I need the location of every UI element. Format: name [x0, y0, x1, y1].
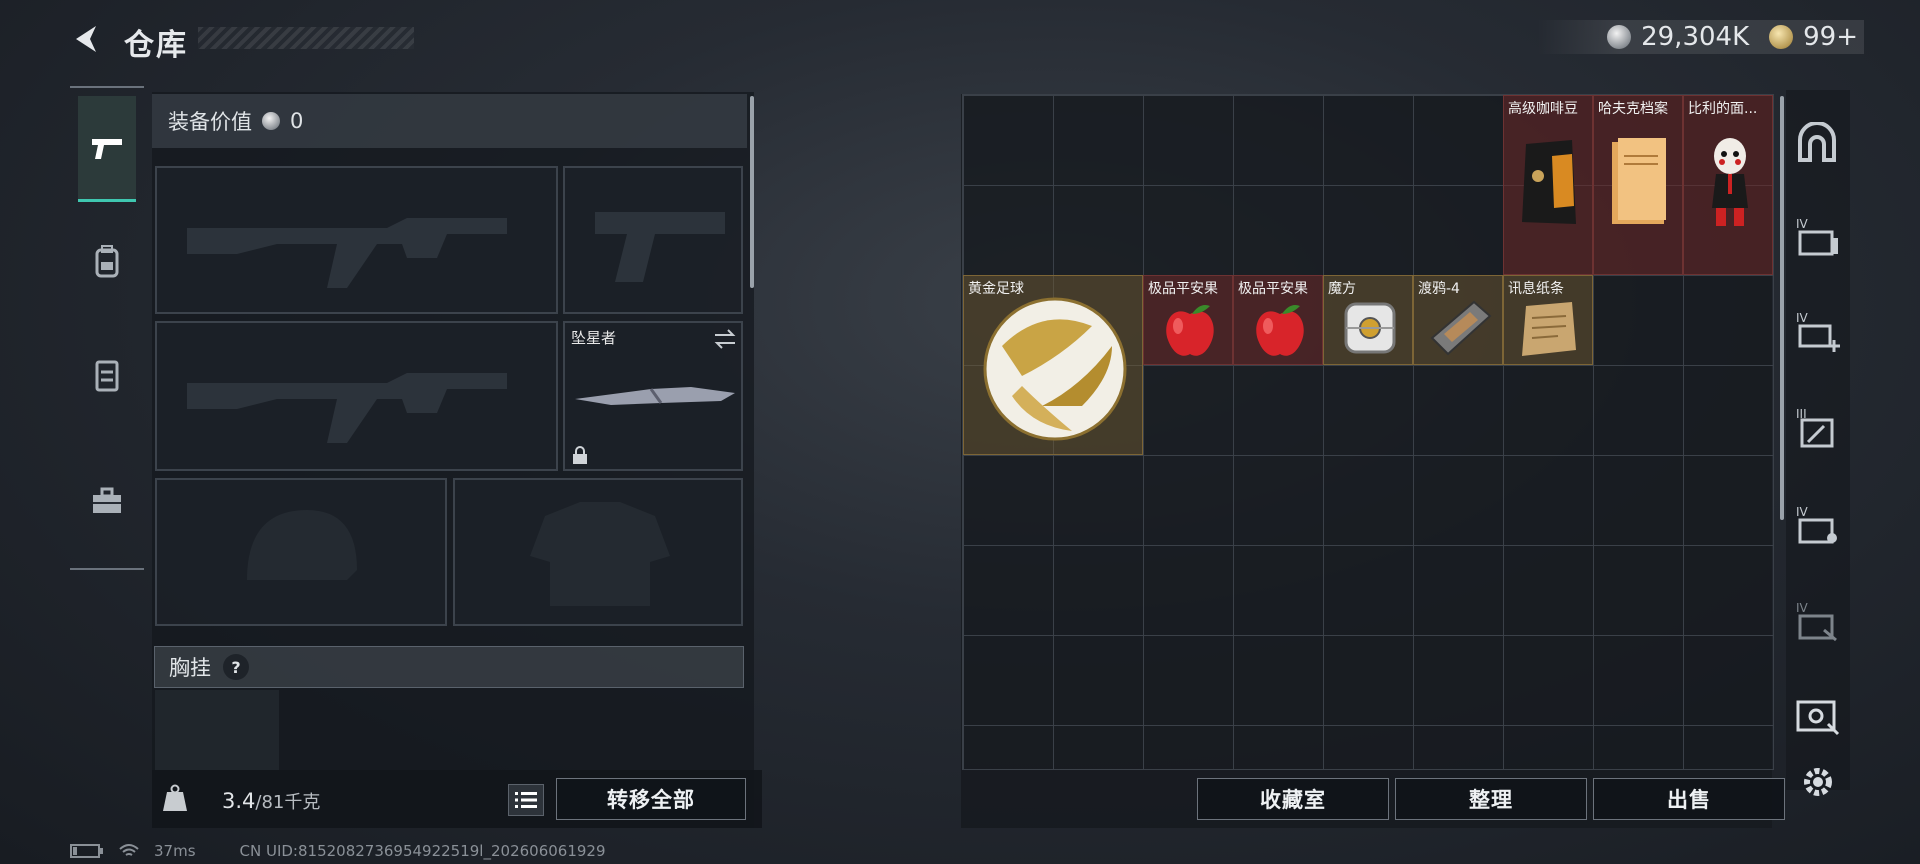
primary-weapon-slot[interactable]	[155, 166, 558, 314]
svg-text:IV: IV	[1796, 601, 1809, 615]
category-rail	[70, 86, 144, 570]
item-name: 黄金足球	[968, 281, 1024, 297]
stash-item[interactable]: 黄金足球	[963, 275, 1143, 455]
status-bar: 37ms CN UID:8152082736954922519l_2026060…	[70, 842, 606, 860]
secondary-weapon-slot[interactable]	[155, 321, 558, 471]
item-name: 讯息纸条	[1508, 281, 1564, 297]
stash-item[interactable]: 魔方	[1323, 275, 1413, 365]
melee-slot[interactable]: 坠星者	[563, 321, 743, 471]
equipment-value-label: 装备价值	[168, 110, 252, 134]
helmet-silhouette-icon	[247, 510, 357, 580]
equipment-value-header: 装备价值 0	[152, 94, 747, 148]
equipment-value: 0	[290, 109, 304, 133]
tier-iv-add-icon[interactable]: IV	[1794, 310, 1840, 354]
stash-item[interactable]: 比利的面...	[1683, 95, 1773, 275]
help-icon[interactable]: ?	[223, 654, 249, 680]
silver-balance: 29,304K	[1641, 22, 1750, 52]
chest-rig-slot[interactable]	[155, 690, 279, 770]
stash-item[interactable]: 哈夫克档案	[1593, 95, 1683, 275]
apple-icon	[1166, 305, 1214, 356]
transfer-all-button[interactable]: 转移全部	[556, 778, 746, 820]
back-arrow-icon	[76, 26, 96, 52]
title-decoration	[198, 27, 414, 49]
pistol-slot[interactable]	[563, 166, 743, 314]
tier-iv-case-icon[interactable]: IV	[1794, 600, 1840, 642]
item-name: 哈夫克档案	[1598, 101, 1668, 117]
list-icon	[515, 792, 537, 808]
swap-icon[interactable]	[713, 329, 737, 349]
ticket-icon[interactable]	[1794, 696, 1840, 736]
sort-button[interactable]: 整理	[1395, 778, 1587, 820]
svg-text:IV: IV	[1796, 217, 1809, 231]
item-name: 渡鸦-4	[1418, 281, 1460, 297]
tier-iii-box-icon[interactable]: III	[1794, 406, 1840, 450]
toolbox-icon	[93, 487, 121, 513]
stash-arch-icon[interactable]	[1796, 122, 1838, 162]
lock-icon	[573, 446, 587, 464]
note-icon	[1522, 302, 1576, 356]
rifle-silhouette-icon	[187, 373, 507, 443]
tier-iv-crate-icon[interactable]: IV	[1794, 216, 1840, 258]
item-name: 极品平安果	[1148, 281, 1218, 297]
armor-slot[interactable]	[453, 478, 743, 626]
wifi-icon	[119, 844, 139, 856]
item-name: 极品平安果	[1238, 281, 1308, 297]
battery-icon	[70, 844, 103, 858]
svg-text:IV: IV	[1796, 311, 1809, 325]
ping-readout: 37ms	[154, 842, 196, 860]
weight-max: /81千克	[255, 792, 321, 813]
stash-item[interactable]: 极品平安果	[1233, 275, 1323, 365]
rail-tab-vest[interactable]	[78, 322, 136, 428]
apple-icon	[1256, 305, 1304, 356]
stash-item[interactable]: 讯息纸条	[1503, 275, 1593, 365]
tape-icon	[1430, 300, 1492, 356]
uid-text: CN UID:8152082736954922519l_202606061929	[239, 842, 606, 860]
weight-icon	[163, 784, 187, 811]
rail-tab-toolbox[interactable]	[78, 448, 136, 554]
item-name: 比利的面...	[1688, 101, 1758, 117]
puppet-icon	[1712, 138, 1748, 226]
weight-readout: 3.4/81千克	[222, 788, 320, 814]
chest-rig-header: 胸挂 ?	[154, 646, 744, 688]
rail-tab-weapons[interactable]	[78, 96, 136, 202]
knife-icon	[575, 387, 735, 405]
golden-football-icon	[983, 297, 1127, 441]
gold-balance: 99+	[1803, 22, 1858, 52]
helmet-slot[interactable]	[155, 478, 447, 626]
sell-button[interactable]: 出售	[1593, 778, 1785, 820]
pistol-icon	[92, 138, 122, 159]
tier-iv-box-icon[interactable]: IV	[1794, 504, 1840, 546]
item-name: 魔方	[1328, 281, 1356, 297]
melee-name: 坠星者	[571, 329, 617, 347]
rifle-silhouette-icon	[187, 218, 507, 288]
settings-gear-icon[interactable]	[1800, 764, 1836, 800]
armor-silhouette-icon	[530, 502, 670, 606]
stash-grid: 高级咖啡豆 哈夫克档案 比利的面... 黄金足球 极品平安果 极品平安果 魔方 …	[962, 94, 1774, 770]
stash-scrollbar[interactable]	[1780, 96, 1784, 520]
list-view-button[interactable]	[508, 784, 544, 816]
vest-icon	[95, 360, 119, 392]
gold-coin-icon	[1769, 25, 1794, 49]
pistol-silhouette-icon	[595, 212, 725, 282]
svg-text:IV: IV	[1796, 505, 1809, 519]
silver-coin-icon	[262, 112, 280, 130]
stash-item[interactable]: 渡鸦-4	[1413, 275, 1503, 365]
cube-icon	[1344, 302, 1396, 354]
stash-item[interactable]: 极品平安果	[1143, 275, 1233, 365]
item-name: 高级咖啡豆	[1508, 101, 1578, 117]
backpack-icon	[95, 245, 119, 278]
coffee-bag-icon	[1522, 140, 1576, 224]
weight-current: 3.4	[222, 789, 256, 813]
silver-coin-icon	[1607, 25, 1632, 49]
stash-item[interactable]: 高级咖啡豆	[1503, 95, 1593, 275]
page-title: 仓库	[124, 28, 188, 63]
folder-icon	[1612, 138, 1666, 224]
chest-rig-label: 胸挂	[169, 656, 211, 680]
currency-bar: 29,304K 99+	[1537, 20, 1864, 54]
back-button[interactable]	[70, 22, 104, 56]
collection-room-button[interactable]: 收藏室	[1197, 778, 1389, 820]
equipment-scrollbar[interactable]	[750, 96, 754, 288]
rail-tab-backpack[interactable]	[78, 208, 136, 314]
